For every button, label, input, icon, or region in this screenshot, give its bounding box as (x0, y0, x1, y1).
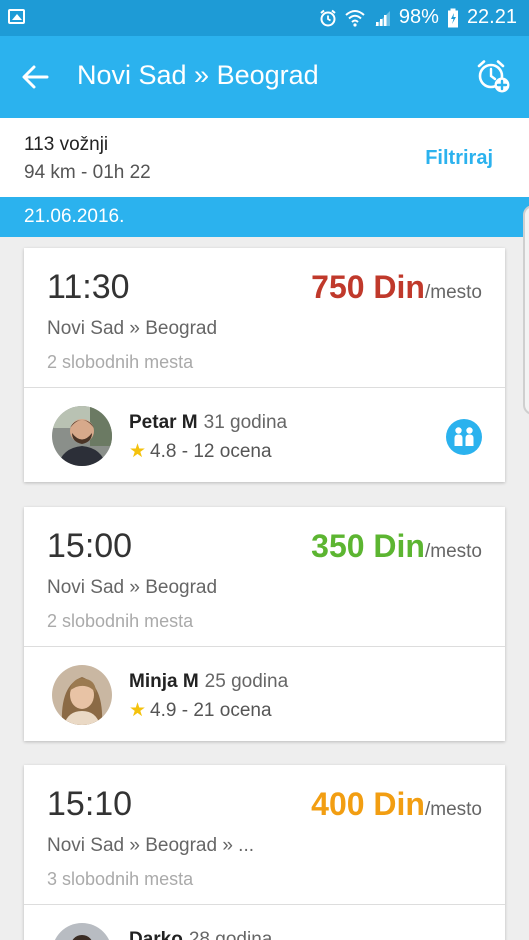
ride-card[interactable]: 11:30 750 Din/mesto Novi Sad » Beograd 2… (24, 248, 505, 482)
driver-name-text: Minja M (129, 671, 199, 692)
distance-duration: 94 km - 01h 22 (24, 162, 151, 183)
alarm-icon (320, 9, 336, 26)
rating-text: 4.8 - 12 ocena (150, 441, 272, 462)
price-amount: 750 Din (311, 269, 425, 305)
price-amount: 400 Din (311, 786, 425, 822)
rating-text: 4.9 - 21 ocena (150, 700, 272, 721)
driver-age: 31 godina (203, 412, 288, 433)
alarm-add-icon[interactable] (475, 58, 511, 94)
free-seats: 2 slobodnih mesta (47, 352, 194, 372)
ride-card[interactable]: 15:10 400 Din/mesto Novi Sad » Beograd »… (24, 765, 505, 940)
departure-time: 15:10 (47, 785, 133, 823)
status-time: 22.21 (466, 6, 517, 28)
driver-age: 28 godina (188, 929, 273, 940)
price-unit: /mesto (424, 541, 482, 562)
rides-summary: 113 vožnji 94 km - 01h 22 Filtriraj (0, 118, 529, 197)
status-bar: 98% 22.21 (0, 0, 529, 36)
driver-age: 25 godina (204, 671, 289, 692)
price-unit: /mesto (424, 282, 482, 303)
divider (24, 387, 505, 388)
arrow-back-icon[interactable] (20, 62, 50, 92)
wifi-icon (345, 9, 365, 27)
ride-price: 350 Din/mesto (311, 528, 482, 565)
divider (24, 646, 505, 647)
signal-icon (374, 10, 390, 26)
price-unit: /mesto (424, 799, 482, 820)
rides-count: 113 vožnji (24, 134, 109, 155)
page-title: Novi Sad » Beograd (77, 60, 319, 90)
ride-route: Novi Sad » Beograd (47, 318, 218, 339)
divider (24, 904, 505, 905)
star-icon: ★ (129, 441, 147, 462)
battery-icon (447, 8, 458, 27)
people-icon (446, 419, 482, 455)
ride-card[interactable]: 15:00 350 Din/mesto Novi Sad » Beograd 2… (24, 507, 505, 741)
status-icons: 98% 22.21 (319, 6, 517, 29)
departure-time: 11:30 (47, 268, 130, 306)
date-header: 21.06.2016. (0, 197, 529, 237)
date-label: 21.06.2016. (24, 206, 125, 227)
app-bar: Novi Sad » Beograd (0, 36, 529, 118)
filter-button[interactable]: Filtriraj (425, 147, 493, 170)
price-amount: 350 Din (311, 528, 425, 564)
driver-rating: ★ 4.8 - 12 ocena (129, 440, 272, 463)
avatar[interactable] (52, 923, 112, 940)
ride-price: 400 Din/mesto (311, 786, 482, 823)
driver-rating: ★ 4.9 - 21 ocena (129, 699, 272, 722)
battery-percent: 98% (398, 6, 439, 28)
avatar[interactable] (52, 406, 112, 466)
departure-time: 15:00 (47, 527, 133, 565)
ride-price: 750 Din/mesto (311, 269, 482, 306)
ride-route: Novi Sad » Beograd » ... (47, 835, 255, 856)
scroll-handle[interactable] (523, 205, 529, 415)
driver-name: Darko 28 godina (129, 929, 272, 940)
avatar[interactable] (52, 665, 112, 725)
ride-route: Novi Sad » Beograd (47, 577, 218, 598)
free-seats: 3 slobodnih mesta (47, 869, 194, 889)
free-seats: 2 slobodnih mesta (47, 611, 194, 631)
driver-name-text: Darko (129, 929, 183, 940)
image-icon (8, 9, 25, 24)
star-icon: ★ (129, 700, 147, 721)
driver-name: Petar M 31 godina (129, 412, 287, 434)
driver-name: Minja M 25 godina (129, 671, 288, 693)
driver-name-text: Petar M (129, 412, 198, 433)
